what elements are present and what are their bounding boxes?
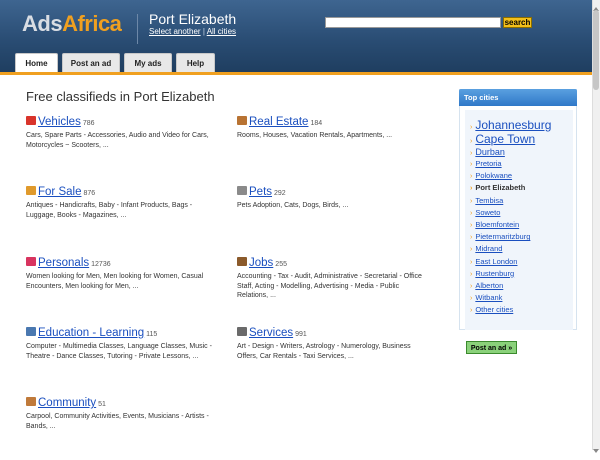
box-icon [26, 186, 36, 195]
category-education-learning: Education - Learning 115 Computer - Multim… [26, 327, 216, 361]
logo-divider [137, 14, 138, 44]
page-title: Free classifieds in Port Elizabeth [26, 89, 215, 104]
category-subcategories: Pets Adoption, Cats, Dogs, Birds, ... [237, 202, 349, 209]
search-button[interactable]: search [503, 17, 532, 28]
search-input[interactable] [325, 17, 501, 28]
scroll-down-arrow-icon[interactable] [592, 442, 600, 453]
city-link-other-cities[interactable]: › Other cities [470, 304, 513, 317]
car-icon [26, 116, 36, 125]
briefcase-icon [237, 257, 247, 266]
current-city: Port Elizabeth [149, 11, 237, 27]
category-count: 991 [295, 331, 307, 338]
city-links: Select another | All cities [149, 27, 237, 36]
category-count: 786 [82, 120, 95, 127]
category-link[interactable]: Community [38, 397, 96, 409]
category-link[interactable]: Jobs [249, 257, 273, 269]
tab-home[interactable]: Home [15, 53, 58, 72]
category-count: 876 [83, 190, 96, 197]
category-real-estate: Real Estate 184 Rooms, Houses, Vacation Re… [237, 116, 427, 141]
category-count: 255 [275, 261, 287, 268]
category-subcategories: Women looking for Men, Men looking for W… [26, 273, 204, 290]
category-subcategories: Computer - Multimedia Classes, Language … [26, 343, 212, 360]
bullet-icon: › [470, 307, 473, 315]
category-subcategories: Carpool, Community Activities, Events, M… [26, 413, 209, 430]
book-icon [26, 327, 36, 336]
category-count: 184 [310, 120, 323, 127]
category-pets: Pets 292 Pets Adoption, Cats, Dogs, Birds,… [237, 186, 427, 211]
category-subcategories: Cars, Spare Parts - Accessories, Audio a… [26, 132, 209, 149]
tab-help[interactable]: Help [176, 53, 215, 72]
category-personals: Personals 12736 Women looking for Men, Men… [26, 257, 216, 291]
category-services: Services 991 Art - Design - Writers, Astro… [237, 327, 427, 361]
scroll-up-arrow-icon[interactable] [592, 0, 600, 11]
site-logo[interactable]: AdsAfrica [22, 11, 122, 37]
select-another-link[interactable]: Select another [149, 27, 201, 36]
category-link[interactable]: Pets [249, 186, 272, 198]
tab-my-ads[interactable]: My ads [124, 53, 172, 72]
tabbar-underline [0, 72, 592, 75]
category-subcategories: Antiques - Handicrafts, Baby - Infant Pr… [26, 202, 193, 219]
category-link[interactable]: Education - Learning [38, 327, 144, 339]
category-vehicles: Vehicles 786 Cars, Spare Parts - Accessori… [26, 116, 216, 150]
house-icon [237, 116, 247, 125]
all-cities-link[interactable]: All cities [207, 27, 236, 36]
top-cities-title: Top cities [459, 89, 577, 106]
category-subcategories: Art - Design - Writers, Astrology - Nume… [237, 343, 411, 360]
people-icon [26, 397, 36, 406]
category-subcategories: Rooms, Houses, Vacation Rentals, Apartme… [237, 132, 393, 139]
category-count: 51 [98, 401, 106, 408]
category-community: Community 51 Carpool, Community Activities… [26, 397, 216, 431]
category-count: 292 [274, 190, 286, 197]
heart-icon [26, 257, 36, 266]
category-link[interactable]: Real Estate [249, 116, 308, 128]
category-for-sale: For Sale 876 Antiques - Handicrafts, Baby … [26, 186, 216, 220]
paw-icon [237, 186, 247, 195]
category-link[interactable]: For Sale [38, 186, 81, 198]
category-jobs: Jobs 255 Accounting - Tax - Audit, Adminis… [237, 257, 427, 301]
tools-icon [237, 327, 247, 336]
category-subcategories: Accounting - Tax - Audit, Administrative… [237, 273, 422, 299]
tab-post-an-ad[interactable]: Post an ad [62, 53, 120, 72]
category-link[interactable]: Vehicles [38, 116, 81, 128]
category-link[interactable]: Services [249, 327, 293, 339]
category-link[interactable]: Personals [38, 257, 89, 269]
post-ad-button[interactable]: Post an ad » [466, 341, 517, 354]
scrollbar-thumb[interactable] [593, 10, 599, 90]
category-count: 12736 [91, 261, 111, 268]
category-count: 115 [146, 331, 158, 338]
